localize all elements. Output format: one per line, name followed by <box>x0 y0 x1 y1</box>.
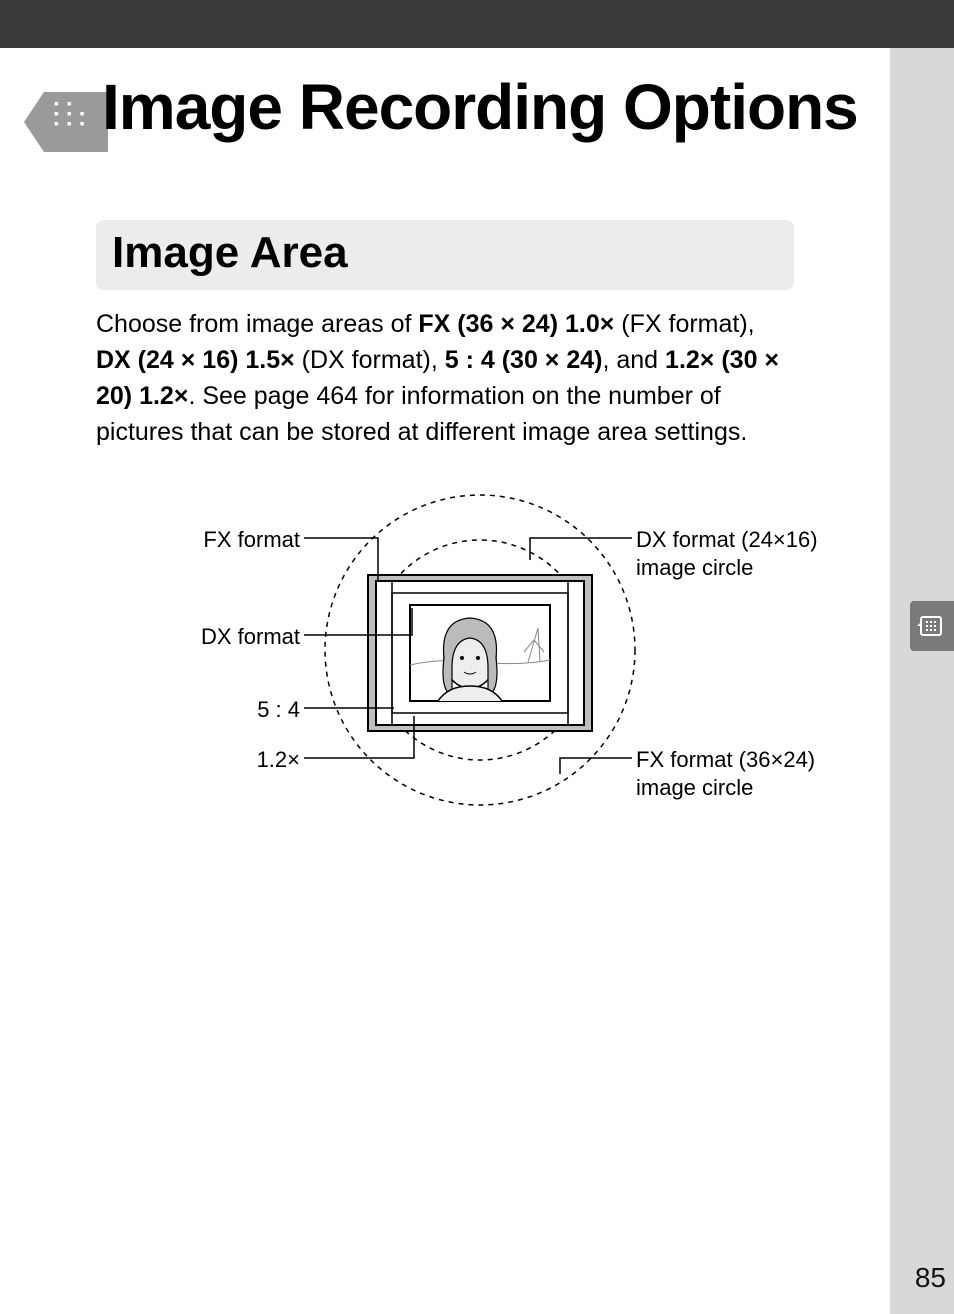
right-margin: 85 <box>890 48 954 1314</box>
card-icon <box>917 611 947 641</box>
text-run: (DX format), <box>295 346 445 374</box>
label-5-4: 5 : 4 <box>240 696 300 724</box>
page-content: ▪ ▪▪ ▪ ▪▪ ▪ ▪ Image Recording Options Im… <box>0 48 890 850</box>
label-dx-format: DX format <box>196 623 300 651</box>
label-fx-circle: FX format (36×24) image circle <box>636 746 856 802</box>
text-run: (FX format), <box>614 310 754 338</box>
chapter-header: ▪ ▪▪ ▪ ▪▪ ▪ ▪ Image Recording Options <box>0 80 890 180</box>
text-bold: 5 : 4 (30 × 24) <box>445 346 603 374</box>
text-run: , and <box>602 346 665 374</box>
section-title: Image Area <box>112 228 778 278</box>
text-run: . See page 464 for information on the nu… <box>96 382 747 446</box>
image-area-diagram: FX format DX format 5 : 4 1.2× DX format… <box>0 490 890 850</box>
chapter-title: Image Recording Options <box>102 70 858 144</box>
text-bold: DX (24 × 16) 1.5× <box>96 346 295 374</box>
label-dx-circle: DX format (24×16) image circle <box>636 526 856 582</box>
label-fx-format: FX format <box>200 526 300 554</box>
label-1-2x: 1.2× <box>240 746 300 774</box>
top-bar <box>0 0 954 48</box>
body-paragraph: Choose from image areas of FX (36 × 24) … <box>96 306 794 450</box>
section-tab <box>910 601 954 651</box>
text-bold: FX (36 × 24) 1.0× <box>418 310 614 338</box>
section-header: Image Area <box>96 220 794 290</box>
text-run: Choose from image areas of <box>96 310 418 338</box>
chapter-icon: ▪ ▪▪ ▪ ▪▪ ▪ ▪ <box>44 92 108 152</box>
page-number: 85 <box>915 1262 946 1294</box>
